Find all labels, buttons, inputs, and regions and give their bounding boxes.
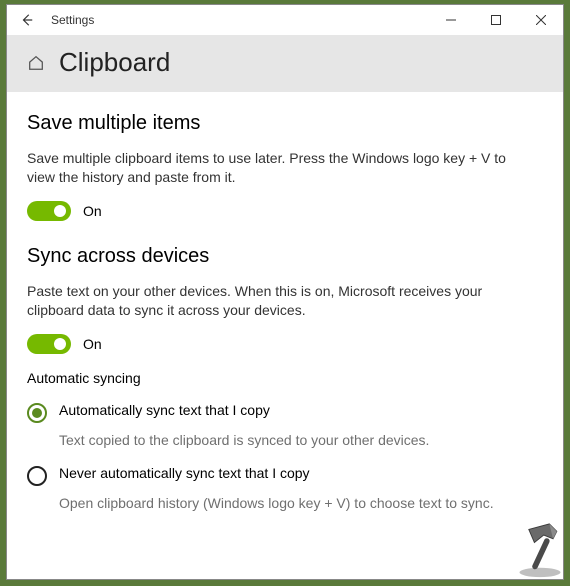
toggle-label: On xyxy=(83,203,102,219)
sync-toggle[interactable] xyxy=(27,334,71,354)
app-title: Settings xyxy=(51,13,94,27)
home-icon[interactable] xyxy=(27,54,45,72)
section-heading: Save multiple items xyxy=(27,112,543,135)
section-description: Paste text on your other devices. When t… xyxy=(27,282,527,320)
page-header: Clipboard xyxy=(7,35,563,92)
minimize-button[interactable] xyxy=(428,5,473,35)
radio-help-text: Open clipboard history (Windows logo key… xyxy=(59,494,529,513)
maximize-button[interactable] xyxy=(473,5,518,35)
radio-auto-sync[interactable]: Automatically sync text that I copy xyxy=(27,398,543,427)
toggle-row: On xyxy=(27,334,543,354)
radio-selected-icon xyxy=(27,403,47,423)
titlebar: Settings xyxy=(7,5,563,35)
clipboard-history-toggle[interactable] xyxy=(27,201,71,221)
section-sync: Sync across devices Paste text on your o… xyxy=(27,245,543,514)
radio-help-text: Text copied to the clipboard is synced t… xyxy=(59,431,529,450)
page-title: Clipboard xyxy=(59,47,170,78)
toggle-row: On xyxy=(27,201,543,221)
radio-unselected-icon xyxy=(27,466,47,486)
section-save-multiple: Save multiple items Save multiple clipbo… xyxy=(27,112,543,221)
section-description: Save multiple clipboard items to use lat… xyxy=(27,149,527,187)
settings-window: Settings Clipboard Save multiple items S… xyxy=(6,4,564,580)
radio-never-sync[interactable]: Never automatically sync text that I cop… xyxy=(27,461,543,490)
content-area[interactable]: Save multiple items Save multiple clipbo… xyxy=(7,92,563,579)
back-button[interactable] xyxy=(17,13,37,27)
window-controls xyxy=(428,5,563,35)
toggle-label: On xyxy=(83,336,102,352)
radio-label: Automatically sync text that I copy xyxy=(59,402,270,418)
automatic-syncing-label: Automatic syncing xyxy=(27,370,543,386)
radio-label: Never automatically sync text that I cop… xyxy=(59,465,310,481)
section-heading: Sync across devices xyxy=(27,245,543,268)
close-button[interactable] xyxy=(518,5,563,35)
